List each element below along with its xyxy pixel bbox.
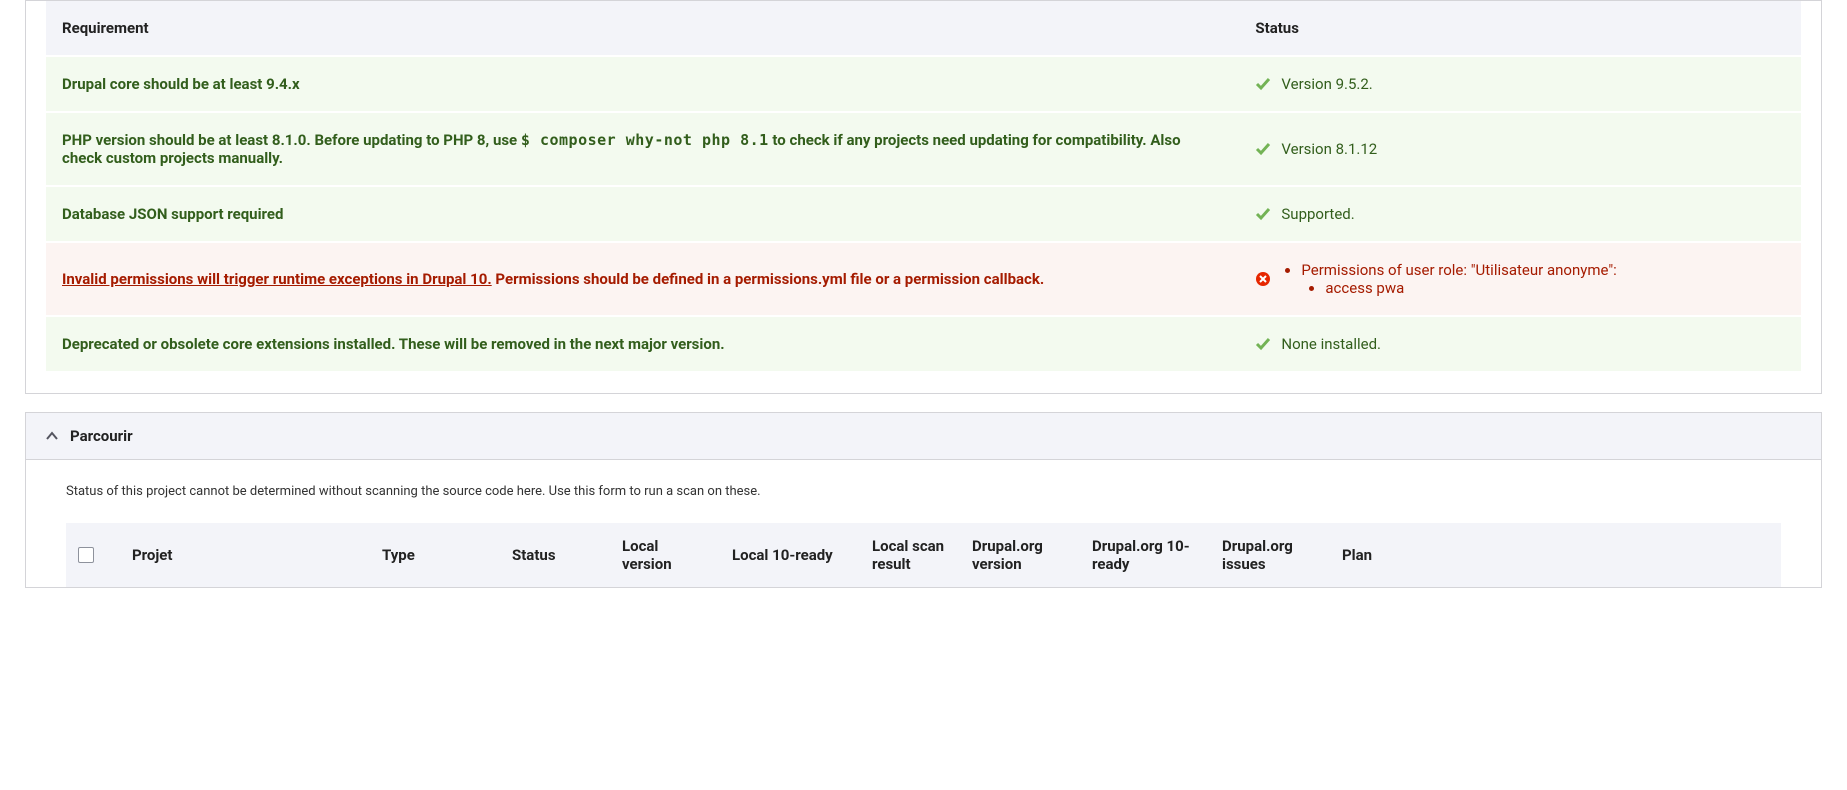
parcourir-summary[interactable]: Parcourir: [26, 413, 1821, 460]
requirements-panel: Requirement Status Drupal core should be…: [25, 0, 1822, 394]
row-php-version: PHP version should be at least 8.1.0. Be…: [46, 112, 1801, 186]
req-core-status: Version 9.5.2.: [1281, 75, 1372, 93]
req-dep-label: Deprecated or obsolete core extensions i…: [46, 316, 1239, 372]
perms-error-list: Permissions of user role: "Utilisateur a…: [1281, 261, 1616, 297]
scan-table: Projet Type Status Local version Local 1…: [66, 523, 1781, 587]
row-deprecated: Deprecated or obsolete core extensions i…: [46, 316, 1801, 372]
check-icon: [1255, 141, 1271, 157]
php-code: $ composer why-not php 8.1: [521, 131, 769, 149]
check-icon: [1255, 76, 1271, 92]
row-db-json: Database JSON support required Supported…: [46, 186, 1801, 242]
h-do10[interactable]: Drupal.org 10-ready: [1080, 523, 1210, 587]
parcourir-details: Parcourir Status of this project cannot …: [25, 412, 1822, 588]
check-icon: [1255, 336, 1271, 352]
req-json-label: Database JSON support required: [46, 186, 1239, 242]
h-projet[interactable]: Projet: [120, 523, 370, 587]
chevron-up-icon: [44, 428, 60, 444]
select-all-checkbox[interactable]: [78, 547, 94, 563]
perms-link[interactable]: Invalid permissions will trigger runtime…: [62, 270, 492, 288]
requirements-table: Requirement Status Drupal core should be…: [46, 1, 1801, 373]
req-php-label: PHP version should be at least 8.1.0. Be…: [46, 112, 1239, 186]
parcourir-help: Status of this project cannot be determi…: [66, 484, 1781, 499]
req-json-status: Supported.: [1281, 205, 1354, 223]
error-icon: [1255, 271, 1271, 287]
row-drupal-core: Drupal core should be at least 9.4.x Ver…: [46, 56, 1801, 112]
h-doi[interactable]: Drupal.org issues: [1210, 523, 1330, 587]
row-permissions: Invalid permissions will trigger runtime…: [46, 242, 1801, 316]
req-dep-status: None installed.: [1281, 335, 1381, 353]
check-icon: [1255, 206, 1271, 222]
h-status[interactable]: Status: [500, 523, 610, 587]
h-type[interactable]: Type: [370, 523, 500, 587]
req-core-label: Drupal core should be at least 9.4.x: [46, 56, 1239, 112]
header-requirement: Requirement: [46, 1, 1239, 56]
header-status: Status: [1239, 1, 1801, 56]
req-php-status: Version 8.1.12: [1281, 140, 1377, 158]
parcourir-title: Parcourir: [70, 427, 133, 445]
h-plan[interactable]: Plan: [1330, 523, 1781, 587]
h-local10[interactable]: Local 10-ready: [720, 523, 860, 587]
h-localv[interactable]: Local version: [610, 523, 720, 587]
req-perms-label: Invalid permissions will trigger runtime…: [46, 242, 1239, 316]
h-localscan[interactable]: Local scan result: [860, 523, 960, 587]
h-dov[interactable]: Drupal.org version: [960, 523, 1080, 587]
